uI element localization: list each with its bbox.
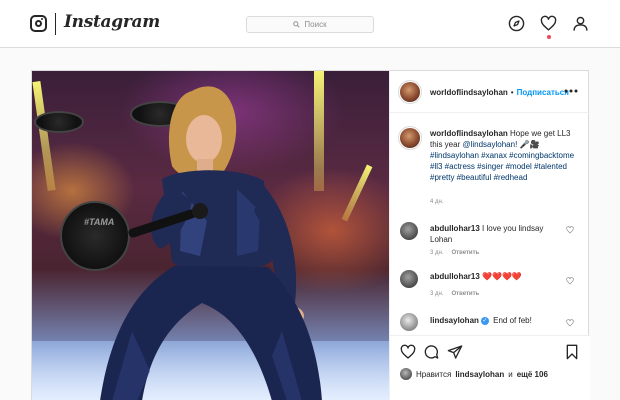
comment-text: abdullohar13 I love you lindsay Lohan [430,223,560,245]
post-actions: Нравится lindsaylohan и ещё 106 [390,335,590,400]
caption-emoji: 🎤🎥 [517,140,540,149]
comment-username[interactable]: lindsaylohan [430,316,479,325]
comment-timestamp: 3 дн. [430,291,444,297]
liker-avatar[interactable] [400,368,412,380]
post-header-text: worldoflindsaylohan • Подписаться [430,88,569,97]
likes-summary: Нравится lindsaylohan и ещё 106 [400,368,548,380]
reply-button[interactable]: Ответить [452,250,480,256]
caption-mention[interactable]: @lindsaylohan! [462,140,517,149]
author-username[interactable]: worldoflindsaylohan [430,88,508,97]
comment-body: ❤️❤️❤️❤️ [482,272,522,281]
author-avatar[interactable] [400,82,420,102]
search-icon [293,21,301,28]
liker-username[interactable]: lindsaylohan [455,370,504,379]
caption-timestamp: 4 дн. [430,199,444,205]
caption-hashtags[interactable]: #lindsaylohan #xanax #comingbacktome #ll… [430,151,574,182]
share-plane-icon[interactable] [447,344,463,360]
separator-dot: • [510,88,514,97]
singer-figure [100,86,322,400]
comment-like-icon[interactable] [566,319,574,327]
post-side-panel: worldoflindsaylohan • Подписаться worldofl… [389,71,590,400]
caption-username[interactable]: worldoflindsaylohan [430,129,508,138]
follow-button[interactable]: Подписаться [517,88,569,97]
comment-username[interactable]: abdullohar13 [430,272,480,281]
reply-button[interactable]: Ответить [452,291,480,297]
instagram-logo[interactable]: Instagram [64,12,160,32]
like-heart-icon[interactable] [400,344,416,360]
instagram-camera-icon[interactable] [30,15,47,32]
save-bookmark-icon[interactable] [564,344,580,360]
post-header: worldoflindsaylohan • Подписаться [390,71,590,113]
caption-author-avatar[interactable] [400,128,420,148]
comment-text: abdullohar13 ❤️❤️❤️❤️ [430,271,560,282]
explore-compass-icon[interactable] [508,15,525,32]
comment-meta: 3 дн. Ответить [430,291,479,297]
comment-bubble-icon[interactable] [423,344,439,360]
comment-username[interactable]: abdullohar13 [430,224,480,233]
likes-conjunction: и [508,369,513,379]
comment-timestamp: 3 дн. [430,250,444,256]
notification-dot [547,35,551,39]
post-card: #TAMA worldoflindsaylohan • Подписаться … [31,70,590,400]
commenter-avatar[interactable] [400,313,418,331]
likes-prefix: Нравится [416,369,452,379]
comment-meta: 3 дн. Ответить [430,250,479,256]
profile-icon[interactable] [572,15,589,32]
comment-like-icon[interactable] [566,226,574,234]
search-placeholder: Поиск [304,20,327,29]
commenter-avatar[interactable] [400,222,418,240]
logo-divider [55,13,56,35]
caption-text: worldoflindsaylohan Hope we get LL3 this… [430,128,580,183]
comment-text: lindsaylohan ✓ End of feb! [430,315,560,326]
top-nav-bar: Instagram Поиск [0,0,620,48]
verified-badge-icon: ✓ [480,316,489,325]
activity-heart-icon[interactable] [540,15,557,32]
comment-body: End of feb! [493,316,532,325]
search-input[interactable]: Поиск [246,16,374,33]
likes-count[interactable]: ещё 106 [517,370,548,379]
comment-like-icon[interactable] [566,277,574,285]
post-photo[interactable]: #TAMA [32,71,389,400]
more-options-icon[interactable] [564,87,578,95]
commenter-avatar[interactable] [400,270,418,288]
